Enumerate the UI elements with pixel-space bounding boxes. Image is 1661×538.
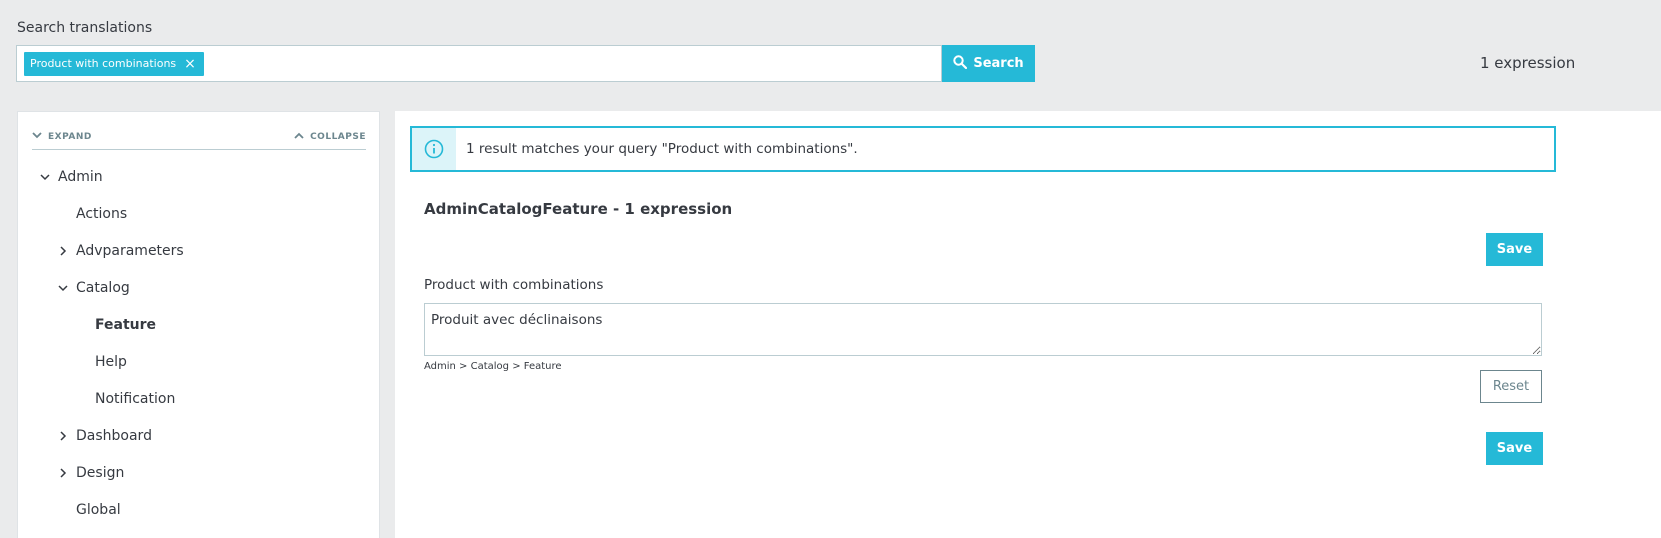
translation-field[interactable]: Produit avec déclinaisons bbox=[424, 303, 1542, 356]
search-label: Search translations bbox=[17, 20, 153, 36]
tree-item-advparameters[interactable]: Advparameters bbox=[54, 240, 184, 262]
tree-item-label: Actions bbox=[76, 206, 128, 222]
translation-label: Product with combinations bbox=[424, 277, 604, 293]
tree-item-global[interactable]: Global bbox=[76, 499, 121, 521]
tree-item-label: Help bbox=[95, 354, 127, 370]
domain-title: AdminCatalogFeature - 1 expression bbox=[424, 200, 733, 218]
breadcrumb: Admin > Catalog > Feature bbox=[424, 361, 562, 372]
search-icon bbox=[953, 54, 968, 73]
save-button[interactable]: Save bbox=[1486, 233, 1543, 266]
reset-button[interactable]: Reset bbox=[1480, 370, 1542, 403]
tree-item-actions[interactable]: Actions bbox=[76, 203, 127, 225]
search-input[interactable]: Product with combinations × bbox=[16, 45, 942, 82]
tree-item-label: Design bbox=[76, 465, 125, 481]
expand-label: EXPAND bbox=[48, 132, 92, 142]
chevron-right-icon bbox=[54, 246, 72, 256]
collapse-button[interactable]: COLLAPSE bbox=[294, 128, 366, 146]
translations-panel: 1 result matches your query "Product wit… bbox=[395, 111, 1661, 538]
save-button-bottom[interactable]: Save bbox=[1486, 432, 1543, 465]
tree-item-dashboard[interactable]: Dashboard bbox=[54, 425, 152, 447]
tree-item-label: Dashboard bbox=[76, 428, 152, 444]
tree-controls: EXPAND COLLAPSE bbox=[32, 128, 366, 150]
info-icon bbox=[412, 128, 456, 170]
tree-item-notification[interactable]: Notification bbox=[95, 388, 175, 410]
sidebar: EXPAND COLLAPSE Admin Actions Advparamet… bbox=[17, 111, 380, 538]
search-button[interactable]: Search bbox=[942, 45, 1035, 82]
chevron-down-icon bbox=[36, 173, 54, 181]
chevron-down-icon bbox=[54, 284, 72, 292]
expand-button[interactable]: EXPAND bbox=[32, 128, 92, 146]
chevron-down-icon bbox=[32, 132, 42, 142]
tree-item-label: Catalog bbox=[76, 280, 130, 296]
search-button-label: Search bbox=[973, 56, 1024, 71]
chevron-up-icon bbox=[294, 132, 304, 142]
chevron-right-icon bbox=[54, 431, 72, 441]
search-tag-label: Product with combinations bbox=[30, 57, 177, 70]
tree-item-catalog[interactable]: Catalog bbox=[54, 277, 130, 299]
chevron-right-icon bbox=[54, 468, 72, 478]
search-tag: Product with combinations × bbox=[24, 51, 204, 76]
close-icon[interactable]: × bbox=[184, 57, 196, 71]
tree-item-feature[interactable]: Feature bbox=[95, 314, 156, 336]
tree-item-label: Global bbox=[76, 502, 121, 518]
info-alert: 1 result matches your query "Product wit… bbox=[410, 126, 1556, 172]
collapse-label: COLLAPSE bbox=[310, 132, 366, 142]
tree-item-label: Feature bbox=[95, 317, 156, 333]
tree-item-label: Admin bbox=[58, 169, 103, 185]
tree-item-admin[interactable]: Admin bbox=[36, 166, 103, 188]
tree-item-label: Advparameters bbox=[76, 243, 184, 259]
alert-message: 1 result matches your query "Product wit… bbox=[466, 141, 858, 157]
tree-item-label: Notification bbox=[95, 391, 176, 407]
tree-item-design[interactable]: Design bbox=[54, 462, 124, 484]
expression-count: 1 expression bbox=[1480, 54, 1576, 72]
tree-item-help[interactable]: Help bbox=[95, 351, 127, 373]
